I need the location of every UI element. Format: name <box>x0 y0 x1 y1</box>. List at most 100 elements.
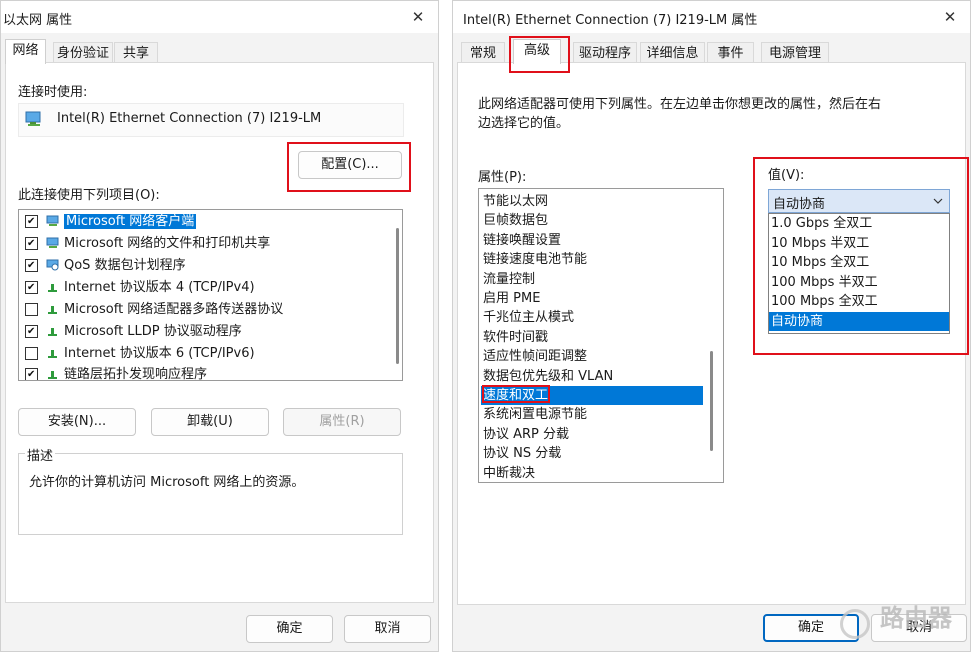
property-label: 属性(P): <box>478 170 527 185</box>
component-label: Microsoft 网络客户端 <box>64 214 197 229</box>
component-label: Microsoft 网络适配器多路传送器协议 <box>64 302 284 317</box>
list-item[interactable]: 协议 NS 分载 <box>481 444 703 463</box>
advanced-tab-panel: 此网络适配器可使用下列属性。在左边单击你想更改的属性，然后在右 边选择它的值。 … <box>457 62 966 605</box>
value-options-list[interactable]: 1.0 Gbps 全双工 10 Mbps 半双工 10 Mbps 全双工 100… <box>768 213 950 334</box>
description-title: 描述 <box>25 445 56 464</box>
chevron-down-icon <box>933 198 943 204</box>
protocol-icon <box>48 328 57 336</box>
network-client-icon <box>46 215 59 226</box>
list-item[interactable]: 适应性帧间距调整 <box>481 347 703 366</box>
component-label: Internet 协议版本 6 (TCP/IPv6) <box>64 346 255 361</box>
list-item[interactable]: 系统闲置电源节能 <box>481 405 703 424</box>
close-button[interactable]: ✕ <box>406 5 430 29</box>
checkbox[interactable] <box>25 367 38 380</box>
tab-details[interactable]: 详细信息 <box>640 42 705 63</box>
adapter-name: Intel(R) Ethernet Connection (7) I219-LM <box>57 111 322 126</box>
property-list[interactable]: 节能以太网 巨帧数据包 链接唤醒设置 链接速度电池节能 流量控制 启用 PME … <box>478 188 724 483</box>
list-item[interactable]: Microsoft 网络客户端 <box>25 212 197 232</box>
component-label: 链路层拓扑发现响应程序 <box>64 367 208 381</box>
tab-events[interactable]: 事件 <box>707 42 754 63</box>
list-item-selected[interactable]: 速度和双工 <box>481 386 703 405</box>
dropdown-option[interactable]: 100 Mbps 半双工 <box>769 273 949 293</box>
install-button[interactable]: 安装(N)... <box>18 408 136 436</box>
protocol-icon <box>48 371 57 379</box>
dialog-title: Intel(R) Ethernet Connection (7) I219-LM… <box>463 13 758 28</box>
title-bar: 以太网 属性 ✕ <box>1 1 438 33</box>
list-item[interactable]: Microsoft 网络的文件和打印机共享 <box>25 234 270 254</box>
protocol-icon <box>48 284 57 292</box>
value-dropdown[interactable]: 自动协商 <box>768 189 950 213</box>
network-tab-panel: 连接时使用: Intel(R) Ethernet Connection (7) … <box>5 62 434 603</box>
tab-sharing[interactable]: 共享 <box>114 42 158 63</box>
protocol-icon <box>48 350 57 358</box>
tab-strip: 网络 身份验证 共享 <box>1 39 438 64</box>
properties-button[interactable]: 属性(R) <box>283 408 401 436</box>
title-bar: Intel(R) Ethernet Connection (7) I219-LM… <box>453 1 970 33</box>
list-item[interactable]: 链接唤醒设置 <box>481 231 703 250</box>
scrollbar[interactable] <box>396 228 399 364</box>
description-text: 允许你的计算机访问 Microsoft 网络上的资源。 <box>29 475 305 490</box>
tab-advanced[interactable]: 高级 <box>513 39 561 64</box>
list-item[interactable]: 中断裁决 <box>481 464 703 482</box>
network-adapter-icon <box>25 111 41 126</box>
list-item[interactable]: Internet 协议版本 6 (TCP/IPv6) <box>25 344 255 364</box>
tab-strip: 常规 高级 驱动程序 详细信息 事件 电源管理 <box>453 39 970 64</box>
dropdown-option[interactable]: 10 Mbps 全双工 <box>769 253 949 273</box>
list-item[interactable]: 链接速度电池节能 <box>481 250 703 269</box>
checkbox[interactable] <box>25 214 38 228</box>
tab-power-management[interactable]: 电源管理 <box>761 42 829 63</box>
dropdown-option-selected[interactable]: 自动协商 <box>769 311 949 331</box>
watermark: 路由器 <box>880 604 952 632</box>
list-item[interactable]: 数据包优先级和 VLAN <box>481 367 703 386</box>
list-item[interactable]: 软件时间戳 <box>481 328 703 347</box>
cancel-button[interactable]: 取消 <box>344 615 431 643</box>
checkbox[interactable] <box>25 280 38 294</box>
list-item[interactable]: Internet 协议版本 4 (TCP/IPv4) <box>25 278 255 298</box>
list-item[interactable]: 链路层拓扑发现响应程序 <box>25 365 208 381</box>
scrollbar[interactable] <box>710 351 713 451</box>
list-item[interactable]: QoS 数据包计划程序 <box>25 256 186 276</box>
component-label: Internet 协议版本 4 (TCP/IPv4) <box>64 280 255 295</box>
checkbox[interactable] <box>25 236 38 250</box>
component-label: Microsoft LLDP 协议驱动程序 <box>64 324 242 339</box>
uninstall-button[interactable]: 卸载(U) <box>151 408 269 436</box>
dropdown-selected-value: 自动协商 <box>773 197 826 212</box>
checkbox[interactable] <box>25 324 38 338</box>
adapter-box: Intel(R) Ethernet Connection (7) I219-LM <box>18 103 404 137</box>
ok-button[interactable]: 确定 <box>246 615 333 643</box>
configure-button[interactable]: 配置(C)... <box>298 151 402 179</box>
component-label: QoS 数据包计划程序 <box>64 258 186 273</box>
checkbox[interactable] <box>25 302 38 316</box>
checkbox[interactable] <box>25 258 38 272</box>
list-item[interactable]: 节能以太网 <box>481 192 703 211</box>
list-item[interactable]: 千兆位主从模式 <box>481 308 703 327</box>
list-item[interactable]: 协议 ARP 分载 <box>481 425 703 444</box>
intro-text-line1: 此网络适配器可使用下列属性。在左边单击你想更改的属性，然后在右 <box>478 97 882 112</box>
ethernet-properties-dialog: 以太网 属性 ✕ 网络 身份验证 共享 连接时使用: Intel(R) Ethe… <box>0 0 439 652</box>
list-item[interactable]: 启用 PME <box>481 289 703 308</box>
protocol-icon <box>48 306 57 314</box>
dropdown-option[interactable]: 10 Mbps 半双工 <box>769 234 949 254</box>
tab-general[interactable]: 常规 <box>461 42 505 63</box>
intro-text-line2: 边选择它的值。 <box>478 116 570 131</box>
component-label: Microsoft 网络的文件和打印机共享 <box>64 236 271 251</box>
tab-driver[interactable]: 驱动程序 <box>573 42 637 63</box>
watermark-logo-icon <box>840 609 870 639</box>
qos-scheduler-icon <box>46 259 59 271</box>
items-label: 此连接使用下列项目(O): <box>18 188 160 203</box>
dropdown-option[interactable]: 1.0 Gbps 全双工 <box>769 214 949 234</box>
checkbox[interactable] <box>25 346 38 360</box>
close-button[interactable]: ✕ <box>938 5 962 29</box>
list-item[interactable]: 流量控制 <box>481 270 703 289</box>
tab-authentication[interactable]: 身份验证 <box>53 42 113 63</box>
list-item[interactable]: Microsoft 网络适配器多路传送器协议 <box>25 300 283 320</box>
connect-using-label: 连接时使用: <box>18 85 88 100</box>
list-item[interactable]: 巨帧数据包 <box>481 211 703 230</box>
list-item[interactable]: Microsoft LLDP 协议驱动程序 <box>25 322 242 342</box>
components-list[interactable]: Microsoft 网络客户端 Microsoft 网络的文件和打印机共享 Qo… <box>18 209 403 381</box>
tab-network[interactable]: 网络 <box>5 39 46 64</box>
value-label: 值(V): <box>768 168 805 183</box>
dialog-title: 以太网 属性 <box>3 13 73 28</box>
file-printer-sharing-icon <box>46 237 59 248</box>
dropdown-option[interactable]: 100 Mbps 全双工 <box>769 292 949 312</box>
